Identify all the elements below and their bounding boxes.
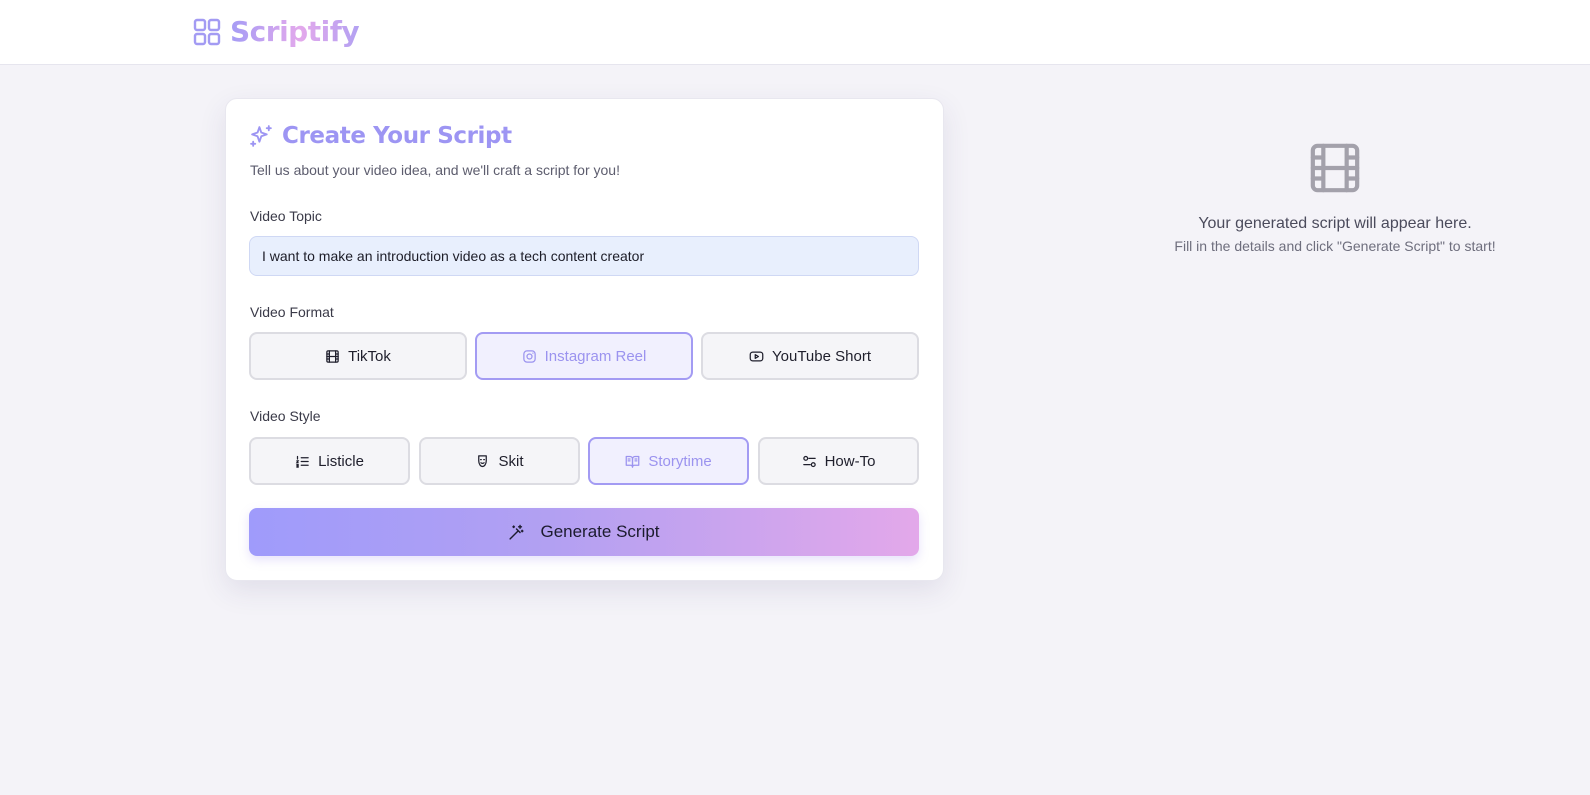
video-style-label: Video Style — [250, 408, 321, 424]
youtube-icon — [749, 351, 764, 361]
format-option-instagram-reel[interactable]: Instagram Reel — [475, 332, 693, 380]
style-option-label: How-To — [824, 452, 876, 470]
generate-script-label: Generate Script — [540, 522, 660, 541]
card-subtitle: Tell us about your video idea, and we'll… — [250, 162, 620, 178]
film-icon — [326, 349, 339, 363]
generate-script-button[interactable]: Generate Script — [249, 508, 919, 556]
style-option-storytime[interactable]: Storytime — [588, 437, 749, 485]
book-open-icon — [625, 455, 640, 468]
format-option-youtube-short[interactable]: YouTube Short — [701, 332, 919, 380]
format-option-label: TikTok — [348, 347, 391, 365]
style-option-label: Listicle — [318, 452, 364, 470]
brand-name: Scriptify — [230, 15, 360, 48]
empty-state-title: Your generated script will appear here. — [1198, 215, 1472, 232]
script-output-placeholder: Your generated script will appear here. … — [1100, 140, 1570, 254]
style-option-skit[interactable]: Skit — [419, 437, 580, 485]
list-ordered-icon — [295, 455, 309, 468]
style-option-label: Skit — [498, 452, 524, 470]
card-title-text: Create Your Script — [282, 123, 512, 149]
magic-wand-icon — [509, 524, 525, 540]
style-option-how-to[interactable]: How-To — [758, 437, 919, 485]
brand-logo[interactable]: Scriptify — [193, 15, 360, 48]
instagram-icon — [522, 349, 536, 363]
style-option-listicle[interactable]: Listicle — [249, 437, 410, 485]
film-icon — [1310, 143, 1360, 193]
format-option-label: Instagram Reel — [544, 347, 647, 365]
empty-state-hint: Fill in the details and click "Generate … — [1174, 238, 1496, 254]
video-format-label: Video Format — [250, 304, 334, 320]
style-option-label: Storytime — [648, 452, 712, 470]
card-title: Create Your Script — [249, 123, 512, 149]
drama-masks-icon — [478, 454, 488, 467]
video-topic-label: Video Topic — [250, 208, 322, 224]
format-option-label: YouTube Short — [772, 347, 871, 365]
sparkles-icon — [250, 124, 272, 147]
video-topic-input[interactable] — [249, 236, 919, 276]
format-option-tiktok[interactable]: TikTok — [249, 332, 467, 380]
top-navbar: Scriptify — [0, 0, 1590, 65]
sliders-icon — [802, 455, 816, 467]
grid-icon — [193, 18, 221, 45]
create-script-card: Create Your Script Tell us about your vi… — [225, 98, 944, 581]
